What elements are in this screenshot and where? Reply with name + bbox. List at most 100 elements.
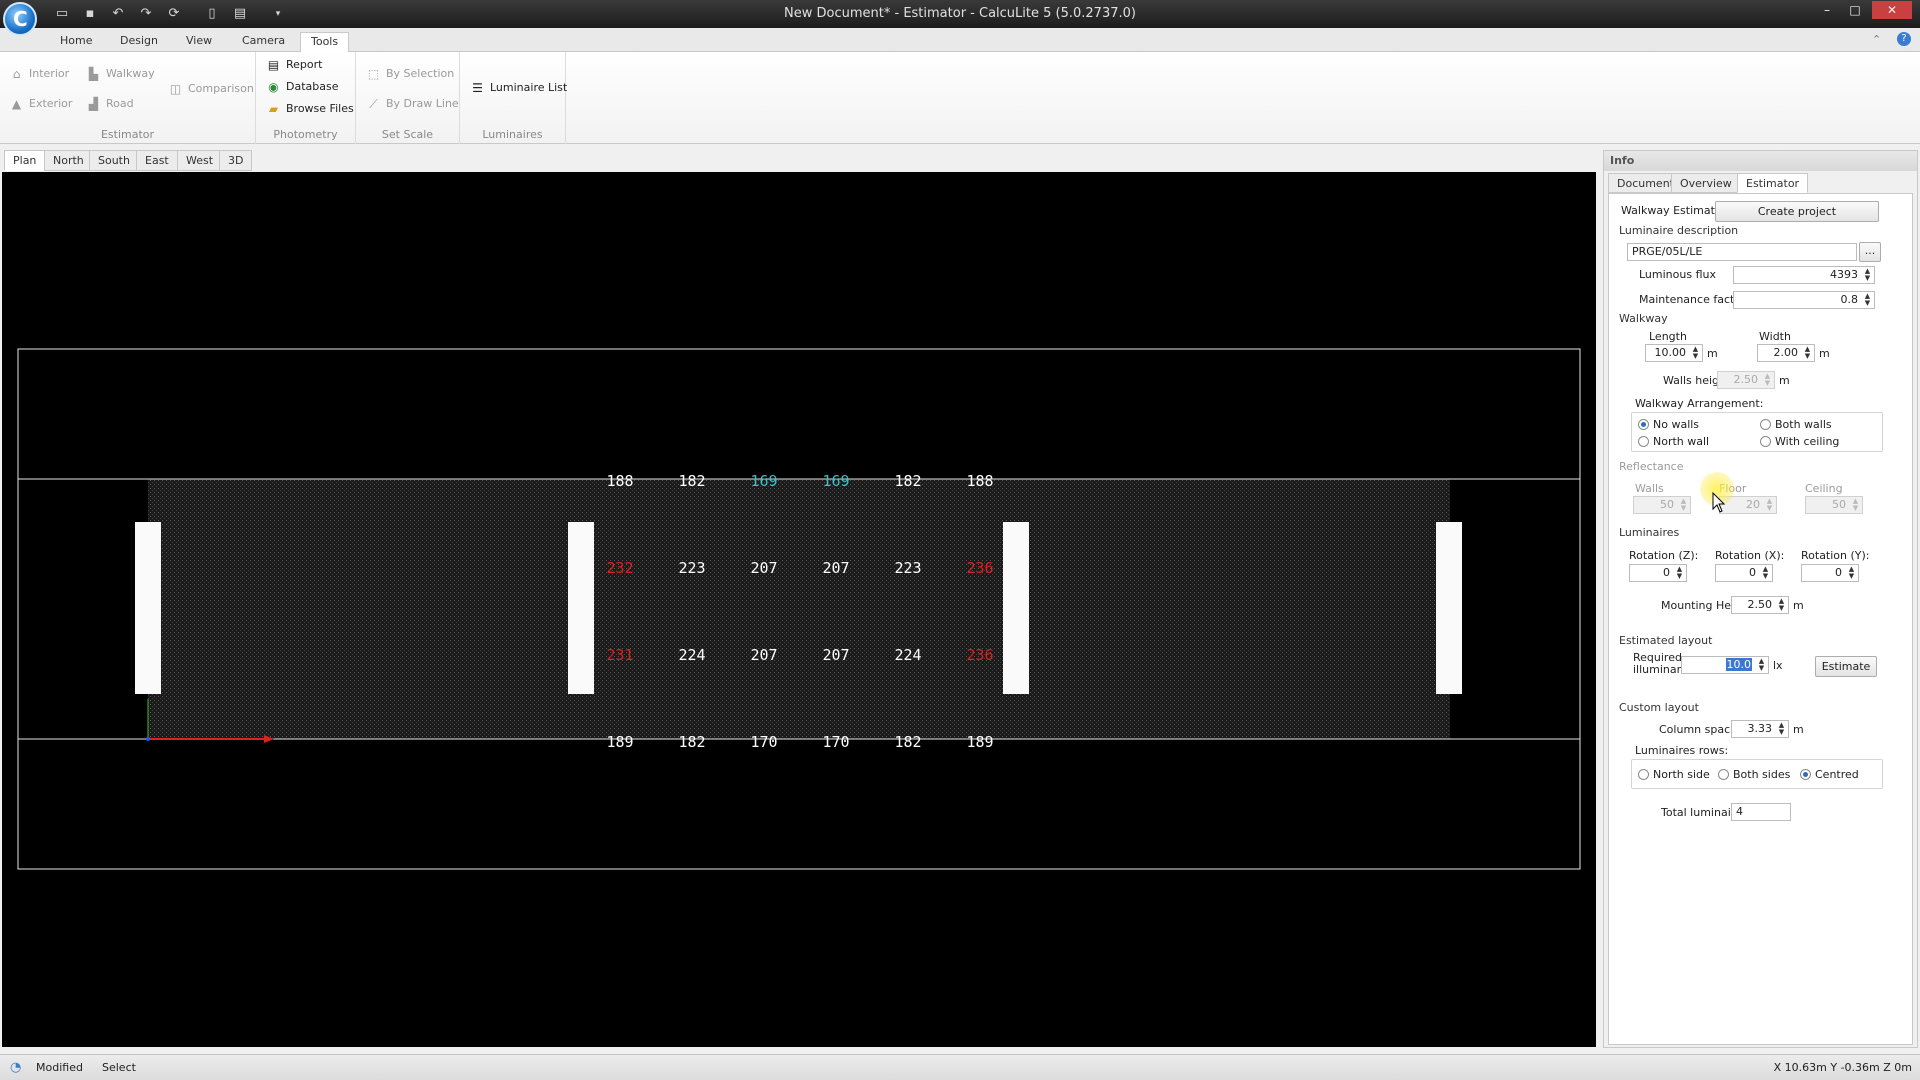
rotation-y-label: Rotation (Y):: [1801, 549, 1870, 562]
illuminance-value: 169: [822, 472, 849, 490]
status-mode: Select: [102, 1061, 136, 1074]
reflectance-ceiling-input[interactable]: 50 ▲ ▼: [1805, 496, 1863, 514]
application-window: ▭ ▪ ↶ ↷ ⟳ ▯ ▤ ▾ New Document* - Estimato…: [0, 0, 1920, 1080]
walls-height-input[interactable]: 2.50 ▲ ▼: [1717, 371, 1775, 389]
walkway-area[interactable]: [148, 479, 1450, 739]
column-spacing-unit: m: [1793, 723, 1804, 736]
radio-with-ceiling[interactable]: With ceiling: [1760, 435, 1839, 449]
app-logo-icon[interactable]: [3, 2, 37, 36]
maintenance-factor-input[interactable]: 0.8 ▲ ▼: [1733, 291, 1875, 309]
luminaire-description-field[interactable]: PRGE/05L/LE: [1627, 243, 1857, 261]
close-button[interactable]: ✕: [1872, 1, 1912, 19]
view-tab-south[interactable]: South: [89, 150, 139, 171]
width-input[interactable]: 2.00 ▲ ▼: [1757, 344, 1815, 362]
comparison-button[interactable]: ◫ Comparison: [168, 79, 254, 99]
spinner-icon[interactable]: ▲ ▼: [1678, 498, 1689, 512]
luminous-flux-input[interactable]: 4393 ▲ ▼: [1733, 266, 1875, 284]
illuminance-value: 170: [822, 733, 849, 751]
ribbon-group-photometry: ▤ Report ◉ Database ▰ Browse Files Photomet…: [256, 52, 356, 144]
spinner-icon[interactable]: ▲ ▼: [1674, 566, 1685, 580]
spinner-icon[interactable]: ▲ ▼: [1690, 346, 1701, 360]
luminaire-3[interactable]: [1003, 522, 1029, 694]
custom-layout-section-label: Custom layout: [1619, 701, 1699, 714]
radio-north-wall[interactable]: North wall: [1638, 435, 1709, 449]
ribbon-tab-view[interactable]: View: [176, 32, 222, 52]
view-tab-west[interactable]: West: [177, 150, 223, 171]
spinner-icon[interactable]: ▲ ▼: [1862, 268, 1873, 282]
plan-view-canvas[interactable]: 188 182 169 169 182 188 232 223 207 207 223 236 231 2…: [2, 172, 1596, 1047]
database-button[interactable]: ◉ Database: [266, 77, 338, 97]
required-illuminance-input[interactable]: 10.0 ▲ ▼: [1681, 656, 1769, 674]
create-project-button[interactable]: Create project: [1715, 201, 1879, 222]
luminaires-rows-label: Luminaires rows:: [1635, 744, 1729, 757]
save-icon[interactable]: ▪: [82, 6, 98, 22]
panel-tab-overview[interactable]: Overview: [1671, 173, 1741, 193]
help-icon[interactable]: ?: [1897, 32, 1911, 46]
by-selection-button[interactable]: ⬚ By Selection: [366, 64, 454, 84]
new-icon[interactable]: ▯: [204, 6, 220, 22]
ribbon-group-estimator: ⌂ Interior ▲ Exterior ▙ Walkway ▟ Road ◫ Comp…: [0, 52, 256, 144]
mounting-height-input[interactable]: 2.50 ▲ ▼: [1731, 596, 1789, 614]
browse-luminaire-button[interactable]: ...: [1859, 242, 1881, 262]
spinner-icon[interactable]: ▲ ▼: [1862, 293, 1873, 307]
radio-no-walls[interactable]: No walls: [1638, 418, 1699, 432]
luminaire-1[interactable]: [135, 522, 161, 694]
spinner-icon[interactable]: ▲ ▼: [1850, 498, 1861, 512]
spinner-icon[interactable]: ▲ ▼: [1762, 373, 1773, 387]
spinner-icon[interactable]: ▲ ▼: [1802, 346, 1813, 360]
length-input[interactable]: 10.00 ▲ ▼: [1645, 344, 1703, 362]
by-draw-line-button[interactable]: ⟋ By Draw Line: [366, 94, 458, 114]
illuminance-value: 189: [606, 733, 633, 751]
panel-tab-estimator[interactable]: Estimator: [1737, 173, 1809, 193]
minimize-button[interactable]: –: [1814, 1, 1840, 19]
length-unit: m: [1707, 347, 1718, 360]
collapse-ribbon-icon[interactable]: ⌃: [1872, 33, 1881, 46]
rotation-y-input[interactable]: 0 ▲ ▼: [1801, 564, 1859, 582]
export-icon[interactable]: ▤: [232, 6, 248, 22]
luminaire-list-button[interactable]: ☰ Luminaire List: [470, 78, 567, 98]
column-spacing-input[interactable]: 3.33 ▲ ▼: [1731, 720, 1789, 738]
illuminance-value: 188: [966, 472, 993, 490]
ribbon-tab-camera[interactable]: Camera: [232, 32, 295, 52]
total-luminaires-field[interactable]: 4: [1731, 803, 1791, 821]
rotation-x-input[interactable]: 0 ▲ ▼: [1715, 564, 1773, 582]
spinner-icon[interactable]: ▲ ▼: [1764, 498, 1775, 512]
undo-icon[interactable]: ↶: [110, 6, 126, 22]
walkway-button[interactable]: ▙ Walkway: [86, 64, 155, 84]
view-tab-north[interactable]: North: [44, 150, 93, 171]
walkway-section-label: Walkway: [1619, 312, 1668, 325]
redo-icon[interactable]: ↷: [138, 6, 154, 22]
database-icon: ◉: [268, 80, 279, 94]
rotation-z-input[interactable]: 0 ▲ ▼: [1629, 564, 1687, 582]
interior-button[interactable]: ⌂ Interior: [9, 64, 69, 84]
info-panel: Info Document Overview Estimator Walkway…: [1603, 150, 1918, 1048]
radio-both-sides[interactable]: Both sides: [1718, 768, 1790, 782]
maximize-button[interactable]: □: [1842, 1, 1868, 19]
view-tab-plan[interactable]: Plan: [4, 150, 46, 171]
view-tab-east[interactable]: East: [136, 150, 178, 171]
exterior-button[interactable]: ▲ Exterior: [9, 94, 73, 114]
road-button[interactable]: ▟ Road: [86, 94, 134, 114]
ribbon-tab-tools[interactable]: Tools: [300, 32, 350, 52]
window-title: New Document* - Estimator - CalcuLite 5 …: [784, 6, 1136, 21]
radio-centred[interactable]: Centred: [1800, 768, 1859, 782]
estimate-button[interactable]: Estimate: [1815, 656, 1877, 677]
spinner-icon[interactable]: ▲ ▼: [1776, 722, 1787, 736]
spinner-icon[interactable]: ▲ ▼: [1760, 566, 1771, 580]
view-tab-3d[interactable]: 3D: [219, 150, 253, 171]
radio-north-side[interactable]: North side: [1638, 768, 1710, 782]
spinner-icon[interactable]: ▲ ▼: [1776, 598, 1787, 612]
open-icon[interactable]: ▭: [54, 6, 70, 22]
ribbon-tab-home[interactable]: Home: [50, 32, 102, 52]
refresh-icon[interactable]: ⟳: [166, 6, 182, 22]
dropdown-icon[interactable]: ▾: [270, 6, 286, 22]
ribbon-tab-design[interactable]: Design: [110, 32, 168, 52]
luminaire-4[interactable]: [1436, 522, 1462, 694]
luminaire-2[interactable]: [568, 522, 594, 694]
spinner-icon[interactable]: ▲ ▼: [1846, 566, 1857, 580]
report-button[interactable]: ▤ Report: [266, 55, 323, 75]
spinner-icon[interactable]: ▲ ▼: [1756, 658, 1767, 672]
radio-both-walls[interactable]: Both walls: [1760, 418, 1832, 432]
reflectance-walls-input[interactable]: 50 ▲ ▼: [1633, 496, 1691, 514]
browse-files-button[interactable]: ▰ Browse Files: [266, 99, 354, 119]
